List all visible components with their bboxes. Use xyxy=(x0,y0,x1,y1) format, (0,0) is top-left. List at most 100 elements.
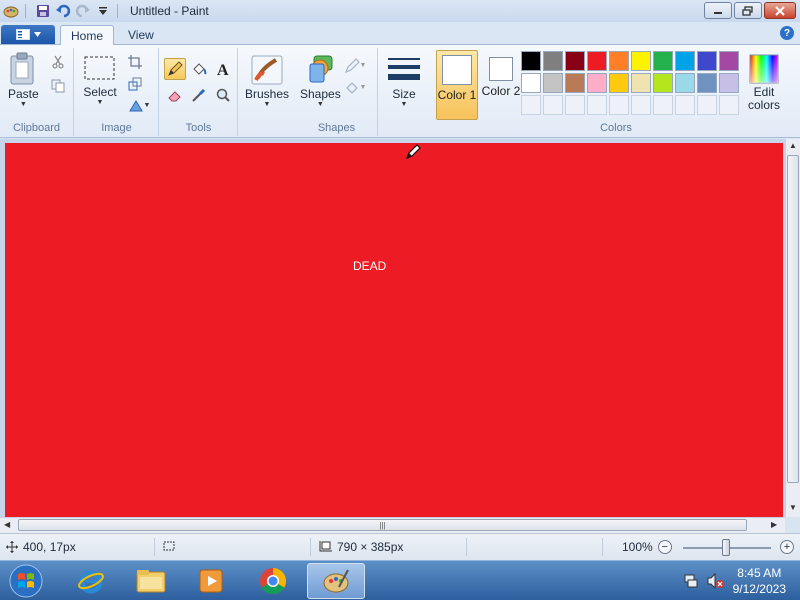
undo-icon[interactable] xyxy=(55,3,71,19)
palette-swatch[interactable] xyxy=(675,51,695,71)
palette-swatch[interactable] xyxy=(587,51,607,71)
vertical-scroll-thumb[interactable] xyxy=(787,155,799,483)
fill-bucket-icon xyxy=(345,82,358,94)
scroll-left-icon[interactable]: ◀ xyxy=(4,520,10,529)
edit-colors-button[interactable]: Edit colors xyxy=(744,54,784,112)
palette-swatch[interactable] xyxy=(697,73,717,93)
save-icon[interactable] xyxy=(35,3,51,19)
color2-button[interactable]: Color 2 xyxy=(480,50,522,120)
restore-icon xyxy=(742,5,753,16)
clipboard-group: Paste ▼ Clipboard xyxy=(0,48,74,136)
rotate-button[interactable]: ▼ xyxy=(125,96,153,116)
redo-icon[interactable] xyxy=(75,3,91,19)
file-explorer-icon xyxy=(136,570,166,593)
palette-swatch[interactable] xyxy=(609,73,629,93)
custom-color-slot[interactable] xyxy=(653,95,673,115)
custom-color-slot[interactable] xyxy=(565,95,585,115)
custom-color-slot[interactable] xyxy=(521,95,541,115)
custom-color-slot[interactable] xyxy=(587,95,607,115)
palette-swatch[interactable] xyxy=(565,73,585,93)
taskbar-internet-explorer[interactable] xyxy=(62,563,120,599)
custom-color-slot[interactable] xyxy=(675,95,695,115)
size-button[interactable]: Size ▼ xyxy=(387,54,421,109)
text-tool-button[interactable]: A xyxy=(212,58,234,80)
scroll-right-icon[interactable]: ▶ xyxy=(771,520,777,529)
palette-swatch[interactable] xyxy=(653,73,673,93)
separator xyxy=(602,538,603,556)
zoom-in-button[interactable]: + xyxy=(780,540,794,554)
palette-swatch[interactable] xyxy=(543,51,563,71)
select-button[interactable]: Select ▼ xyxy=(83,54,117,107)
clock[interactable]: 8:45 AM 9/12/2023 xyxy=(733,565,786,597)
palette-swatch[interactable] xyxy=(675,73,695,93)
scroll-up-icon[interactable]: ▲ xyxy=(789,141,797,150)
canvas-workspace: DEAD xyxy=(0,139,785,517)
file-menu-button[interactable] xyxy=(1,25,55,44)
zoom-cell: 100% − xyxy=(622,540,672,554)
paste-button[interactable]: Paste ▼ xyxy=(8,52,39,109)
palette-swatch[interactable] xyxy=(609,51,629,71)
magnifier-tool-button[interactable] xyxy=(212,84,234,106)
customize-dropdown-icon[interactable] xyxy=(95,3,111,19)
help-icon[interactable]: ? xyxy=(780,26,794,40)
palette-swatch[interactable] xyxy=(565,51,585,71)
taskbar-chrome[interactable] xyxy=(244,563,302,599)
taskbar-file-explorer[interactable] xyxy=(122,563,180,599)
cursor-position-cell: 400, 17px xyxy=(6,540,76,554)
palette-swatch[interactable] xyxy=(653,51,673,71)
palette-swatch[interactable] xyxy=(521,51,541,71)
tab-home[interactable]: Home xyxy=(60,25,115,46)
outline-pen-icon xyxy=(344,58,360,74)
zoom-out-button[interactable]: − xyxy=(657,540,672,554)
palette-swatch[interactable] xyxy=(697,51,717,71)
tab-view[interactable]: View xyxy=(118,25,164,45)
fill-tool-button[interactable] xyxy=(188,58,210,80)
chevron-down-icon: ▼ xyxy=(316,101,324,108)
horizontal-scroll-thumb[interactable]: ||| xyxy=(18,519,747,531)
scroll-down-icon[interactable]: ▼ xyxy=(789,503,797,512)
custom-color-slot[interactable] xyxy=(609,95,629,115)
volume-muted-icon[interactable] xyxy=(707,573,725,589)
shapes-button[interactable]: Shapes ▼ xyxy=(300,54,341,109)
outline-button[interactable]: ▼ xyxy=(342,56,368,76)
start-button[interactable] xyxy=(6,562,46,600)
palette-swatch[interactable] xyxy=(719,51,739,71)
palette-swatch[interactable] xyxy=(719,73,739,93)
ribbon: Paste ▼ Clipboard Select ▼ ▼ Image A Too… xyxy=(0,45,800,138)
cut-button[interactable] xyxy=(48,52,68,72)
close-button[interactable] xyxy=(764,2,796,19)
brush-icon xyxy=(251,55,283,85)
paint-app-icon[interactable] xyxy=(3,3,19,19)
horizontal-scrollbar[interactable]: ◀ ||| ▶ xyxy=(0,517,785,533)
zoom-in-cell: + xyxy=(780,540,794,554)
eraser-tool-button[interactable] xyxy=(164,84,186,106)
taskbar-media-player[interactable] xyxy=(182,563,240,599)
custom-color-slot[interactable] xyxy=(697,95,717,115)
palette-swatch[interactable] xyxy=(543,73,563,93)
fill-button[interactable]: ▼ xyxy=(342,78,368,98)
custom-color-slot[interactable] xyxy=(719,95,739,115)
crop-button[interactable] xyxy=(125,52,145,72)
network-icon[interactable] xyxy=(683,573,699,589)
pencil-tool-button[interactable] xyxy=(164,58,186,80)
custom-color-slot[interactable] xyxy=(631,95,651,115)
color-picker-tool-button[interactable] xyxy=(188,84,210,106)
paint-bucket-icon xyxy=(193,63,207,75)
custom-color-slot[interactable] xyxy=(543,95,563,115)
brushes-button[interactable]: Brushes ▼ xyxy=(245,54,289,109)
size-group: Size ▼ xyxy=(379,48,431,136)
restore-button[interactable] xyxy=(734,2,762,19)
color1-button[interactable]: Color 1 xyxy=(436,50,478,120)
minimize-button[interactable] xyxy=(704,2,732,19)
copy-button[interactable] xyxy=(48,76,68,96)
palette-swatch[interactable] xyxy=(587,73,607,93)
resize-button[interactable] xyxy=(125,74,145,94)
palette-swatch[interactable] xyxy=(631,73,651,93)
palette-swatch[interactable] xyxy=(631,51,651,71)
zoom-slider-thumb[interactable] xyxy=(722,539,730,556)
taskbar-paint[interactable] xyxy=(307,563,365,599)
clipboard-group-label: Clipboard xyxy=(12,122,61,134)
palette-swatch[interactable] xyxy=(521,73,541,93)
drawing-canvas[interactable]: DEAD xyxy=(5,143,783,517)
vertical-scrollbar[interactable]: ▲ ▼ xyxy=(785,139,800,517)
